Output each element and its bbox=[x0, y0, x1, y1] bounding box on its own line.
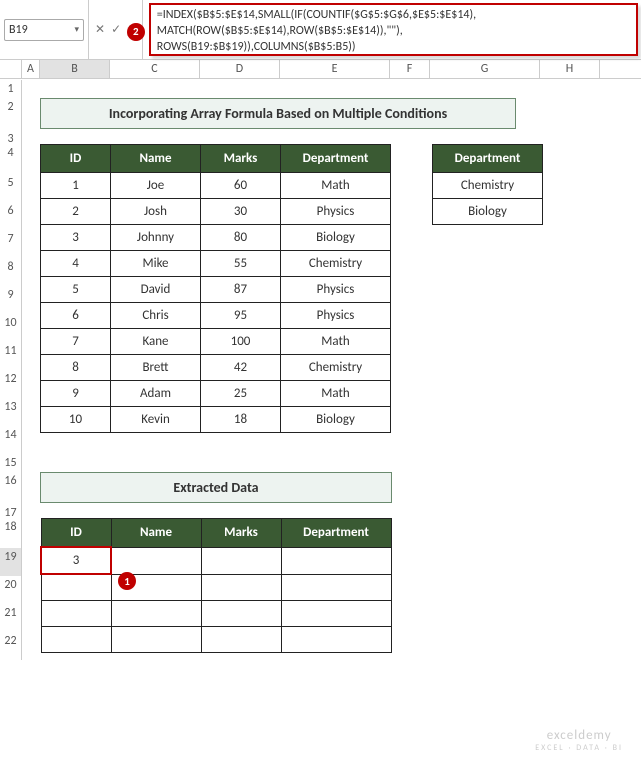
row-header[interactable]: 21 bbox=[0, 604, 22, 632]
formula-bar-row: B19 ▾ ✕ ✓ fx 2 =INDEX($B$5:$E$14,SMALL(I… bbox=[0, 0, 641, 60]
cell-empty[interactable] bbox=[201, 547, 281, 574]
table-row: 4Mike55Chemistry bbox=[41, 251, 391, 277]
row-header[interactable]: 5 bbox=[0, 174, 22, 202]
row-header[interactable]: 4 bbox=[0, 144, 22, 174]
section-title-extracted: Extracted Data bbox=[40, 472, 392, 503]
col-header-b[interactable]: B bbox=[40, 60, 110, 78]
table-row: 8Brett42Chemistry bbox=[41, 355, 391, 381]
col-header-e[interactable]: E bbox=[280, 60, 390, 78]
table-row: 3 bbox=[41, 547, 391, 574]
name-box[interactable]: B19 ▾ bbox=[4, 19, 84, 41]
row-header[interactable]: 22 bbox=[0, 632, 22, 660]
title-banner-1: Incorporating Array Formula Based on Mul… bbox=[40, 98, 516, 129]
row-header[interactable]: 8 bbox=[0, 258, 22, 286]
enter-icon[interactable]: ✓ bbox=[111, 22, 121, 37]
row-header[interactable]: 17 bbox=[0, 504, 22, 518]
table-row: 10Kevin18Biology bbox=[41, 407, 391, 433]
page-title: Incorporating Array Formula Based on Mul… bbox=[40, 98, 516, 129]
table-row: Biology bbox=[433, 199, 543, 225]
main-table: ID Name Marks Department 1Joe60Math 2Jos… bbox=[40, 144, 391, 433]
th2-dept: Department bbox=[281, 519, 391, 548]
main-table-wrap: ID Name Marks Department 1Joe60Math 2Jos… bbox=[40, 144, 391, 433]
table-row: 9Adam25Math bbox=[41, 381, 391, 407]
row-header[interactable]: 2 bbox=[0, 98, 22, 130]
name-box-wrap: B19 ▾ bbox=[0, 0, 89, 59]
row-header[interactable]: 12 bbox=[0, 370, 22, 398]
th-dept: Department bbox=[281, 145, 391, 173]
row-header[interactable]: 6 bbox=[0, 202, 22, 230]
th-name: Name bbox=[111, 145, 201, 173]
th-id: ID bbox=[41, 145, 111, 173]
row-header[interactable]: 14 bbox=[0, 426, 22, 454]
row-header[interactable]: 11 bbox=[0, 342, 22, 370]
formula-input[interactable]: 2 =INDEX($B$5:$E$14,SMALL(IF(COUNTIF($G$… bbox=[149, 3, 638, 56]
row-header[interactable]: 1 bbox=[0, 80, 22, 98]
row-header[interactable]: 10 bbox=[0, 314, 22, 342]
row-headers: 1 2 3 4 5 6 7 8 9 10 11 12 13 14 15 16 1… bbox=[0, 80, 22, 660]
row-header[interactable]: 7 bbox=[0, 230, 22, 258]
table-row: 1Joe60Math bbox=[41, 173, 391, 199]
table-row: 3Johnny80Biology bbox=[41, 225, 391, 251]
select-all-corner[interactable] bbox=[0, 60, 22, 78]
col-header-a[interactable]: A bbox=[22, 60, 40, 78]
th2-marks: Marks bbox=[201, 519, 281, 548]
side-table-wrap: Department Chemistry Biology bbox=[432, 144, 543, 225]
table-row bbox=[41, 574, 391, 600]
col-header-c[interactable]: C bbox=[110, 60, 200, 78]
table-row: 2Josh30Physics bbox=[41, 199, 391, 225]
extracted-table: ID Name Marks Department 3 bbox=[40, 518, 392, 653]
chevron-down-icon[interactable]: ▾ bbox=[74, 24, 79, 35]
row-header[interactable]: 13 bbox=[0, 398, 22, 426]
formula-line-1: =INDEX($B$5:$E$14,SMALL(IF(COUNTIF($G$5:… bbox=[157, 7, 630, 23]
th2-name: Name bbox=[111, 519, 201, 548]
row-header[interactable]: 18 bbox=[0, 518, 22, 548]
th2-id: ID bbox=[41, 519, 111, 548]
name-box-value: B19 bbox=[9, 23, 28, 37]
cell-empty[interactable] bbox=[281, 547, 391, 574]
cell-empty[interactable] bbox=[111, 547, 201, 574]
row-header[interactable]: 9 bbox=[0, 286, 22, 314]
th-side-dept: Department bbox=[433, 145, 543, 173]
col-header-h[interactable]: H bbox=[540, 60, 600, 78]
th-marks: Marks bbox=[201, 145, 281, 173]
watermark-sub: EXCEL · DATA · BI bbox=[535, 743, 623, 753]
col-header-g[interactable]: G bbox=[430, 60, 540, 78]
row-header[interactable]: 15 bbox=[0, 454, 22, 472]
table-row bbox=[41, 626, 391, 652]
column-headers: A B C D E F G H bbox=[0, 60, 641, 79]
watermark-text: exceldemy bbox=[547, 728, 612, 743]
table-row bbox=[41, 600, 391, 626]
formula-line-2: MATCH(ROW($B$5:$E$14),ROW($B$5:$E$14)),"… bbox=[157, 23, 630, 39]
row-header[interactable]: 16 bbox=[0, 472, 22, 504]
formula-line-3: ROWS(B19:$B$19)),COLUMNS($B$5:B5)) bbox=[157, 39, 630, 55]
row-header[interactable]: 3 bbox=[0, 130, 22, 144]
cell-b19[interactable]: 3 bbox=[41, 547, 111, 574]
col-header-f[interactable]: F bbox=[390, 60, 430, 78]
row-header[interactable]: 20 bbox=[0, 576, 22, 604]
cancel-icon[interactable]: ✕ bbox=[95, 22, 105, 37]
table-row: 7Kane100Math bbox=[41, 329, 391, 355]
row-header[interactable]: 19 bbox=[0, 548, 22, 576]
watermark: exceldemy EXCEL · DATA · BI bbox=[535, 728, 623, 753]
col-header-d[interactable]: D bbox=[200, 60, 280, 78]
side-table: Department Chemistry Biology bbox=[432, 144, 543, 225]
extracted-table-wrap: ID Name Marks Department 3 bbox=[40, 518, 392, 653]
table-row: 6Chris95Physics bbox=[41, 303, 391, 329]
table-row: 5David87Physics bbox=[41, 277, 391, 303]
table-row: Chemistry bbox=[433, 173, 543, 199]
title-banner-2: Extracted Data bbox=[40, 472, 392, 503]
callout-2: 2 bbox=[127, 23, 145, 41]
callout-1: 1 bbox=[118, 572, 136, 590]
